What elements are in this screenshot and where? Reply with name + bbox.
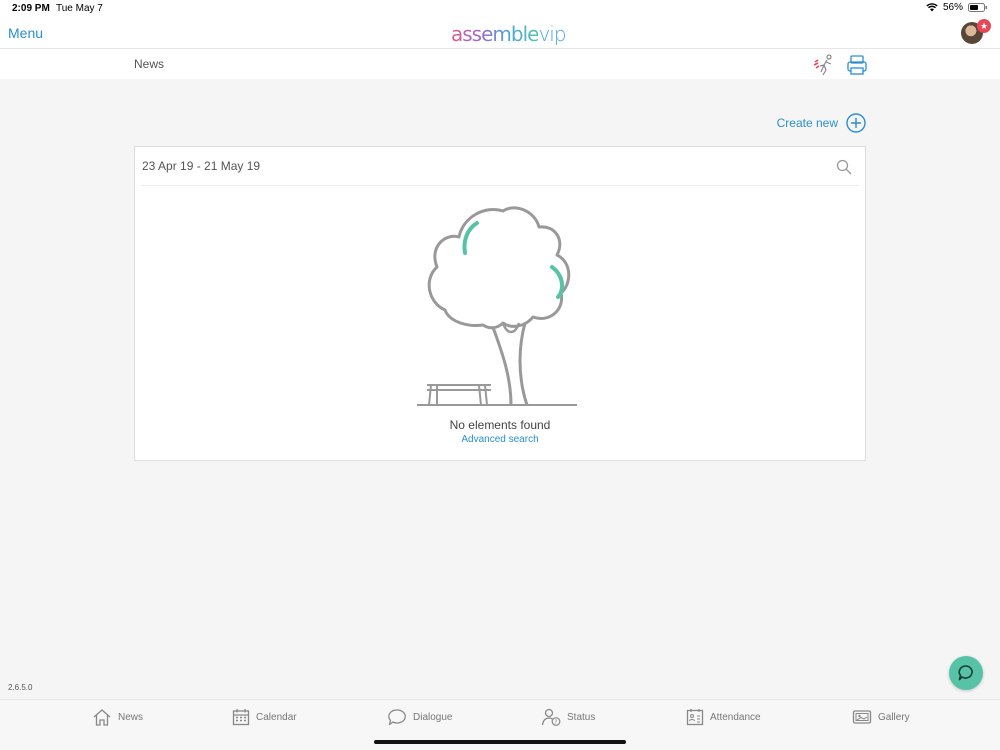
tab-label: Attendance xyxy=(710,711,761,723)
attendance-icon xyxy=(686,709,704,726)
logo-vip: vip xyxy=(538,22,566,46)
home-icon xyxy=(93,709,111,726)
tab-calendar[interactable]: Calendar xyxy=(232,708,297,726)
create-new-button[interactable]: Create new xyxy=(777,113,866,133)
tab-label: Calendar xyxy=(256,711,297,723)
news-panel: 23 Apr 19 - 21 May 19 No elements found … xyxy=(134,146,866,461)
app-logo: assemblevip xyxy=(451,22,567,46)
menu-button[interactable]: Menu xyxy=(8,25,43,41)
speech-bubble-icon xyxy=(388,709,406,726)
calendar-icon xyxy=(232,709,250,726)
tab-status[interactable]: ? Status xyxy=(541,708,595,726)
wifi-icon xyxy=(926,3,938,12)
empty-state-message: No elements found xyxy=(449,418,551,432)
status-bar: 2:09 PM Tue May 7 56% xyxy=(0,0,1000,20)
tab-label: Status xyxy=(567,711,596,723)
search-icon[interactable] xyxy=(835,158,853,176)
status-right: 56% xyxy=(926,2,988,13)
avatar-badge: ★ xyxy=(977,19,991,33)
tab-news[interactable]: News xyxy=(92,708,143,726)
top-nav: Menu assemblevip ★ xyxy=(0,19,1000,48)
status-date: Tue May 7 xyxy=(56,3,103,14)
runner-icon[interactable] xyxy=(812,53,836,77)
chat-icon xyxy=(958,665,973,681)
logo-wordmark: assemble xyxy=(451,22,539,46)
tab-label: Gallery xyxy=(878,711,910,723)
chat-button[interactable] xyxy=(949,656,983,690)
gallery-icon xyxy=(852,710,872,724)
advanced-search-link[interactable]: Advanced search xyxy=(135,434,865,445)
person-question-icon: ? xyxy=(541,708,561,726)
print-icon[interactable] xyxy=(845,53,869,77)
sub-header: News xyxy=(0,48,1000,79)
tab-attendance[interactable]: Attendance xyxy=(686,708,761,726)
tab-gallery[interactable]: Gallery xyxy=(852,708,910,726)
home-indicator[interactable] xyxy=(374,740,626,744)
create-new-label: Create new xyxy=(776,116,838,130)
panel-header: 23 Apr 19 - 21 May 19 xyxy=(141,147,859,186)
svg-text:?: ? xyxy=(554,719,557,726)
page-title: News xyxy=(134,57,165,71)
tab-dialogue[interactable]: Dialogue xyxy=(387,708,452,726)
plus-circle-icon xyxy=(846,113,866,133)
tab-label: News xyxy=(118,711,144,723)
version-label: 2.6.5.0 xyxy=(8,683,33,692)
empty-state-tree-illustration xyxy=(417,206,577,406)
status-time: 2:09 PM xyxy=(12,3,50,14)
date-range[interactable]: 23 Apr 19 - 21 May 19 xyxy=(142,159,260,173)
battery-icon xyxy=(968,3,987,12)
battery-percent: 56% xyxy=(942,2,963,13)
tab-label: Dialogue xyxy=(413,711,453,723)
